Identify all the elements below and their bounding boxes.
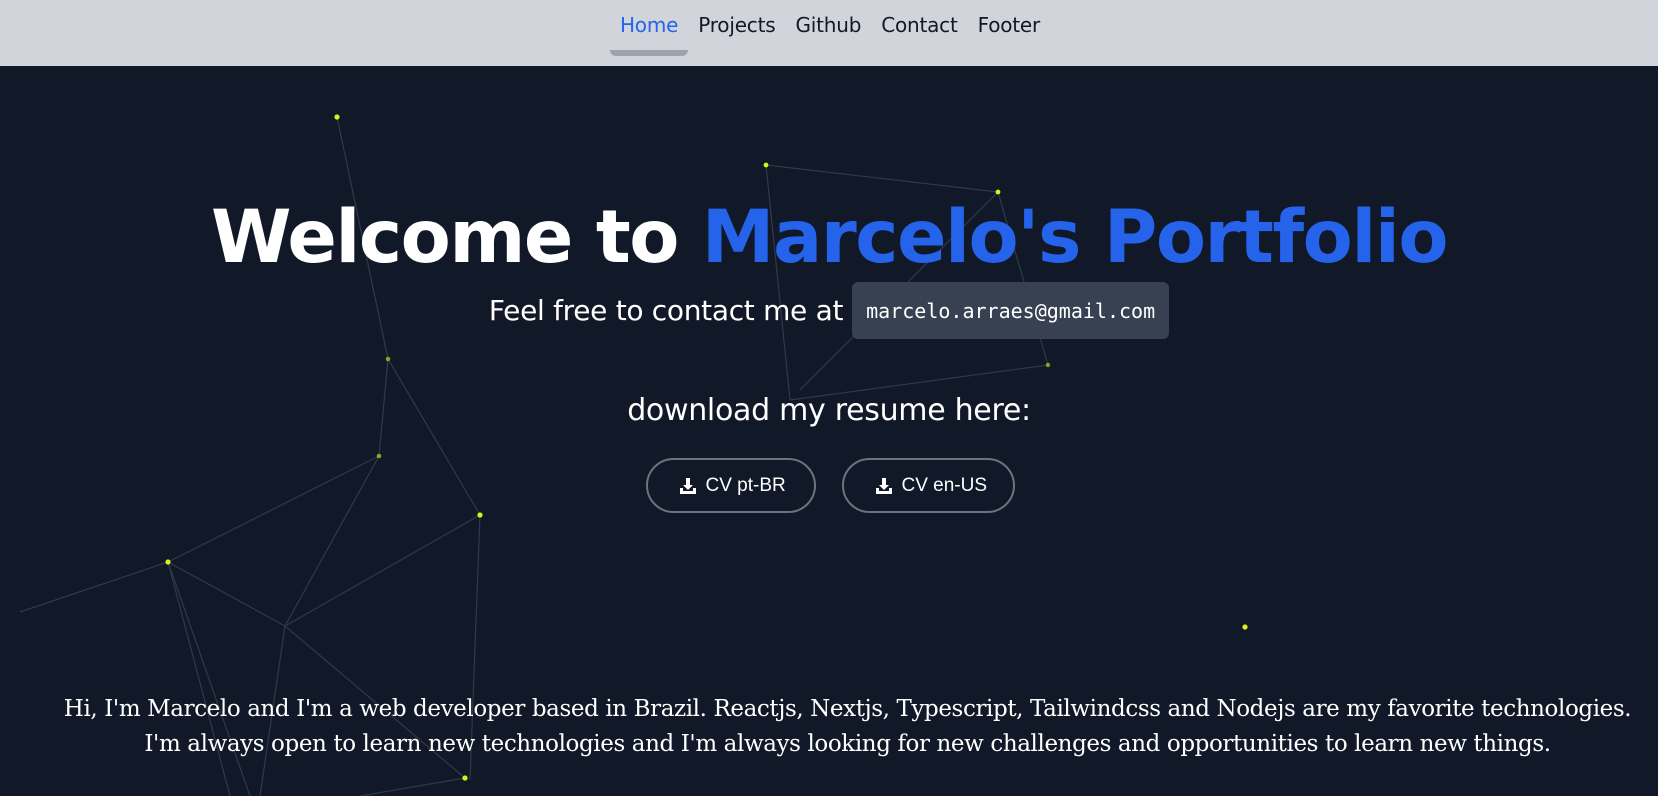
top-navbar: Home Projects Github Contact Footer <box>0 0 1658 66</box>
nav-list: Home Projects Github Contact Footer <box>609 0 1050 56</box>
resume-label: download my resume here: <box>627 393 1031 428</box>
cv-pt-br-label: CV pt-BR <box>705 474 786 496</box>
cv-buttons: CV pt-BR CV en-US <box>0 458 1658 513</box>
nav-item-home[interactable]: Home <box>609 0 689 56</box>
page-title: Welcome to Marcelo's Portfolio <box>0 194 1658 282</box>
nav-item-contact[interactable]: Contact <box>871 0 967 56</box>
nav-item-projects[interactable]: Projects <box>688 0 785 56</box>
nav-item-github[interactable]: Github <box>785 0 871 56</box>
contact-text: Feel free to contact me at <box>488 294 844 327</box>
title-accent: Marcelo's Portfolio <box>701 195 1449 280</box>
contact-row: Feel free to contact me at marcelo.arrae… <box>0 282 1658 339</box>
bio-text: Hi, I'm Marcelo and I'm a web developer … <box>63 696 1632 757</box>
title-prefix: Welcome to <box>210 195 702 280</box>
cv-pt-br-button[interactable]: CV pt-BR <box>645 458 816 513</box>
nav-item-footer[interactable]: Footer <box>968 0 1050 56</box>
email-chip[interactable]: marcelo.arraes@gmail.com <box>852 282 1170 339</box>
cv-en-us-label: CV en-US <box>901 474 988 496</box>
cv-en-us-button[interactable]: CV en-US <box>841 458 1015 513</box>
hero-section: Welcome to Marcelo's Portfolio Feel free… <box>0 0 1658 796</box>
download-icon <box>678 476 698 496</box>
download-icon <box>874 476 894 496</box>
